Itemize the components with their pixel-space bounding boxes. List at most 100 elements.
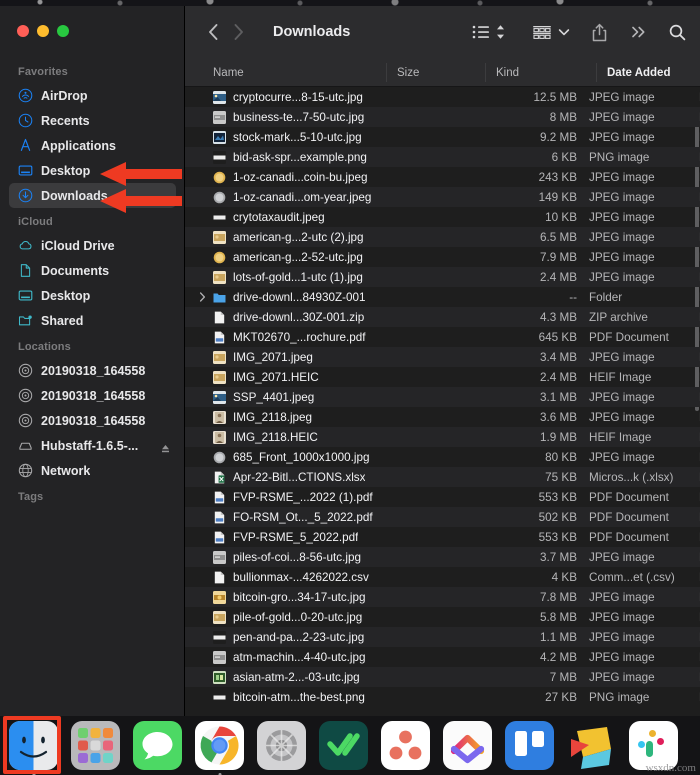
- sidebar-item-20190318-164558[interactable]: 20190318_164558: [9, 358, 176, 383]
- table-row[interactable]: IMG_2071.jpeg3.4 MBJPEG imageMay 6, 2022: [185, 347, 700, 367]
- table-row[interactable]: FVP-RSME_...2022 (1).pdf 553 KB PDF Docume…: [185, 487, 700, 507]
- sidebar-scroll-area: Favorites AirDrop Recents Applications Deskt…: [0, 58, 185, 716]
- cell-name: american-g...2-utc (2).jpg: [213, 227, 413, 247]
- table-row[interactable]: FVP-RSME_5_2022.pdf553 KBPDF DocumentMay…: [185, 527, 700, 547]
- cell-size: 553 KB: [538, 490, 577, 504]
- sidebar-item-icloud-drive[interactable]: iCloud Drive: [9, 233, 176, 258]
- table-row[interactable]: crytotaxaudit.jpeg10 KBJPEG imageMay 9, …: [185, 207, 700, 227]
- cell-kind: JPEG image: [589, 230, 655, 244]
- cell-name: IMG_2071.HEIC: [213, 367, 413, 387]
- sidebar-item-hubstaff-1-6-5[interactable]: Hubstaff-1.6.5-...: [9, 433, 176, 458]
- group-dropdown-button[interactable]: [558, 17, 570, 47]
- cell-kind: JPEG image: [589, 410, 655, 424]
- more-button[interactable]: [631, 17, 647, 47]
- table-row[interactable]: 1-oz-canadi...coin-bu.jpeg 243 KB JPEG ima…: [185, 167, 700, 187]
- sidebar-item-desktop[interactable]: Desktop: [9, 158, 176, 183]
- sidebar-section-title-tags: Tags: [18, 491, 44, 503]
- table-row[interactable]: Apr-22-Bitl...CTIONS.xlsx 75 KB Micros...k…: [185, 467, 700, 487]
- table-row[interactable]: MKT02670_...rochure.pdf 645 KB PDF Documen…: [185, 327, 700, 347]
- dock-item-finder[interactable]: [7, 719, 60, 775]
- minimize-button[interactable]: [37, 25, 49, 37]
- cell-size: 3.1 MB: [539, 390, 577, 404]
- dock-item-wrike[interactable]: [317, 719, 370, 772]
- dock-item-messages[interactable]: [131, 719, 184, 772]
- column-divider-1[interactable]: [485, 63, 486, 82]
- column-divider-2[interactable]: [596, 63, 597, 82]
- drive-icon: [18, 438, 33, 453]
- table-row[interactable]: business-te...7-50-utc.jpg 8 MB JPEG image…: [185, 107, 700, 127]
- table-row[interactable]: IMG_2071.HEIC2.4 MBHEIF ImageMay 6, 2022: [185, 367, 700, 387]
- table-row[interactable]: FO-RSM_Ot..._5_2022.pdf 502 KB PDF Documen…: [185, 507, 700, 527]
- table-row[interactable]: piles-of-coi...8-56-utc.jpg 3.7 MB JPEG im…: [185, 547, 700, 567]
- shared-folder-icon: [18, 313, 33, 328]
- table-row[interactable]: asian-atm-2...-03-utc.jpg7 MBJPEG imageM…: [185, 667, 700, 687]
- sidebar-item-20190318-164558[interactable]: 20190318_164558: [9, 408, 176, 433]
- dock-item-asana[interactable]: [379, 719, 432, 772]
- column-header-date-added[interactable]: Date Added: [607, 58, 670, 87]
- file-thumbnail-icon: [213, 150, 226, 164]
- sort-stepper-button[interactable]: [495, 17, 506, 47]
- dock-item-google-chrome[interactable]: [193, 719, 246, 775]
- cell-name: bitcoin-gro...34-17-utc.jpg: [213, 587, 413, 607]
- table-row[interactable]: IMG_2118.jpeg3.6 MBJPEG imageMay 6, 2022: [185, 407, 700, 427]
- sidebar-item-label: Hubstaff-1.6.5-...: [41, 438, 139, 453]
- table-row[interactable]: pile-of-gold...0-20-utc.jpg 5.8 MB JPEG im…: [185, 607, 700, 627]
- sidebar-item-network[interactable]: Network: [9, 458, 176, 483]
- table-row[interactable]: lots-of-gold...1-utc (1).jpg 2.4 MB JPEG i…: [185, 267, 700, 287]
- table-row[interactable]: drive-downl...30Z-001.zip 4.3 MB ZIP archi…: [185, 307, 700, 327]
- column-header-size[interactable]: Size: [397, 58, 419, 87]
- column-header-kind[interactable]: Kind: [496, 58, 519, 87]
- table-row[interactable]: bid-ask-spr...example.png6 KBPNG imageMa…: [185, 147, 700, 167]
- eject-icon[interactable]: [161, 441, 170, 452]
- table-row[interactable]: atm-machin...4-40-utc.jpg 4.2 MB JPEG imag…: [185, 647, 700, 667]
- table-row[interactable]: 1-oz-canadi...om-year.jpeg 149 KB JPEG ima…: [185, 187, 700, 207]
- sidebar-item-airdrop[interactable]: AirDrop: [9, 83, 176, 108]
- sidebar-item-20190318-164558[interactable]: 20190318_164558: [9, 383, 176, 408]
- cell-kind: JPEG image: [589, 650, 655, 664]
- sidebar-item-shared[interactable]: Shared: [9, 308, 176, 333]
- cell-name: lots-of-gold...1-utc (1).jpg: [213, 267, 413, 287]
- back-button[interactable]: [207, 17, 219, 47]
- maximize-button[interactable]: [57, 25, 69, 37]
- sidebar-item-desktop[interactable]: Desktop: [9, 283, 176, 308]
- dock-item-trello[interactable]: [503, 719, 556, 772]
- table-row[interactable]: american-g...2-52-utc.jpg 7.9 MB JPEG imag…: [185, 247, 700, 267]
- sidebar-item-downloads[interactable]: Downloads: [9, 183, 176, 208]
- grid-group-icon: [533, 25, 551, 39]
- forward-button[interactable]: [233, 17, 245, 47]
- table-row[interactable]: bullionmax-...4262022.csv 4 KB Comm...et (…: [185, 567, 700, 587]
- table-row[interactable]: pen-and-pa...2-23-utc.jpg 1.1 MB JPEG imag…: [185, 627, 700, 647]
- sidebar-item-label: Recents: [41, 113, 90, 128]
- sidebar-item-label: Applications: [41, 138, 117, 153]
- table-row[interactable]: bitcoin-gro...34-17-utc.jpg 7.8 MB JPEG im…: [185, 587, 700, 607]
- file-list[interactable]: cryptocurre...8-15-utc.jpg 12.5 MB JPEG im…: [185, 87, 700, 716]
- column-header-name[interactable]: Name: [213, 58, 244, 87]
- table-row[interactable]: drive-downl...84930Z-001--FolderMay 6, 2…: [185, 287, 700, 307]
- sidebar-item-recents[interactable]: Recents: [9, 108, 176, 133]
- table-row[interactable]: cryptocurre...8-15-utc.jpg 12.5 MB JPEG im…: [185, 87, 700, 107]
- column-divider-0[interactable]: [386, 63, 387, 82]
- search-button[interactable]: [669, 17, 686, 47]
- close-button[interactable]: [17, 25, 29, 37]
- cell-size: 9.2 MB: [539, 130, 577, 144]
- dock-item-system-preferences[interactable]: [255, 719, 308, 772]
- group-by-button[interactable]: [532, 17, 552, 47]
- dock-item-clickup[interactable]: [441, 719, 494, 772]
- sidebar-item-applications[interactable]: Applications: [9, 133, 176, 158]
- list-view-button[interactable]: [472, 17, 491, 47]
- dock-item-prezi[interactable]: [565, 719, 618, 772]
- cell-kind: JPEG image: [589, 210, 655, 224]
- table-row[interactable]: IMG_2118.HEIC1.9 MBHEIF ImageMay 6, 2022: [185, 427, 700, 447]
- table-row[interactable]: stock-mark...5-10-utc.jpg 9.2 MB JPEG imag…: [185, 127, 700, 147]
- table-row[interactable]: american-g...2-utc (2).jpg 6.5 MB JPEG ima…: [185, 227, 700, 247]
- file-thumbnail-icon: [213, 471, 226, 484]
- share-button[interactable]: [592, 17, 607, 47]
- sidebar-item-label: AirDrop: [41, 88, 88, 103]
- table-row[interactable]: bitcoin-atm...the-best.png 27 KB PNG image…: [185, 687, 700, 707]
- sidebar-item-documents[interactable]: Documents: [9, 258, 176, 283]
- dock-item-launchpad[interactable]: [69, 719, 122, 772]
- disclosure-triangle-icon[interactable]: [199, 287, 206, 307]
- table-row[interactable]: SSP_4401.jpeg3.1 MBJPEG imageMay 6, 2022: [185, 387, 700, 407]
- cell-name: FO-RSM_Ot..._5_2022.pdf: [213, 507, 413, 527]
- table-row[interactable]: 685_Front_1000x1000.jpg80 KBJPEG imageMa…: [185, 447, 700, 467]
